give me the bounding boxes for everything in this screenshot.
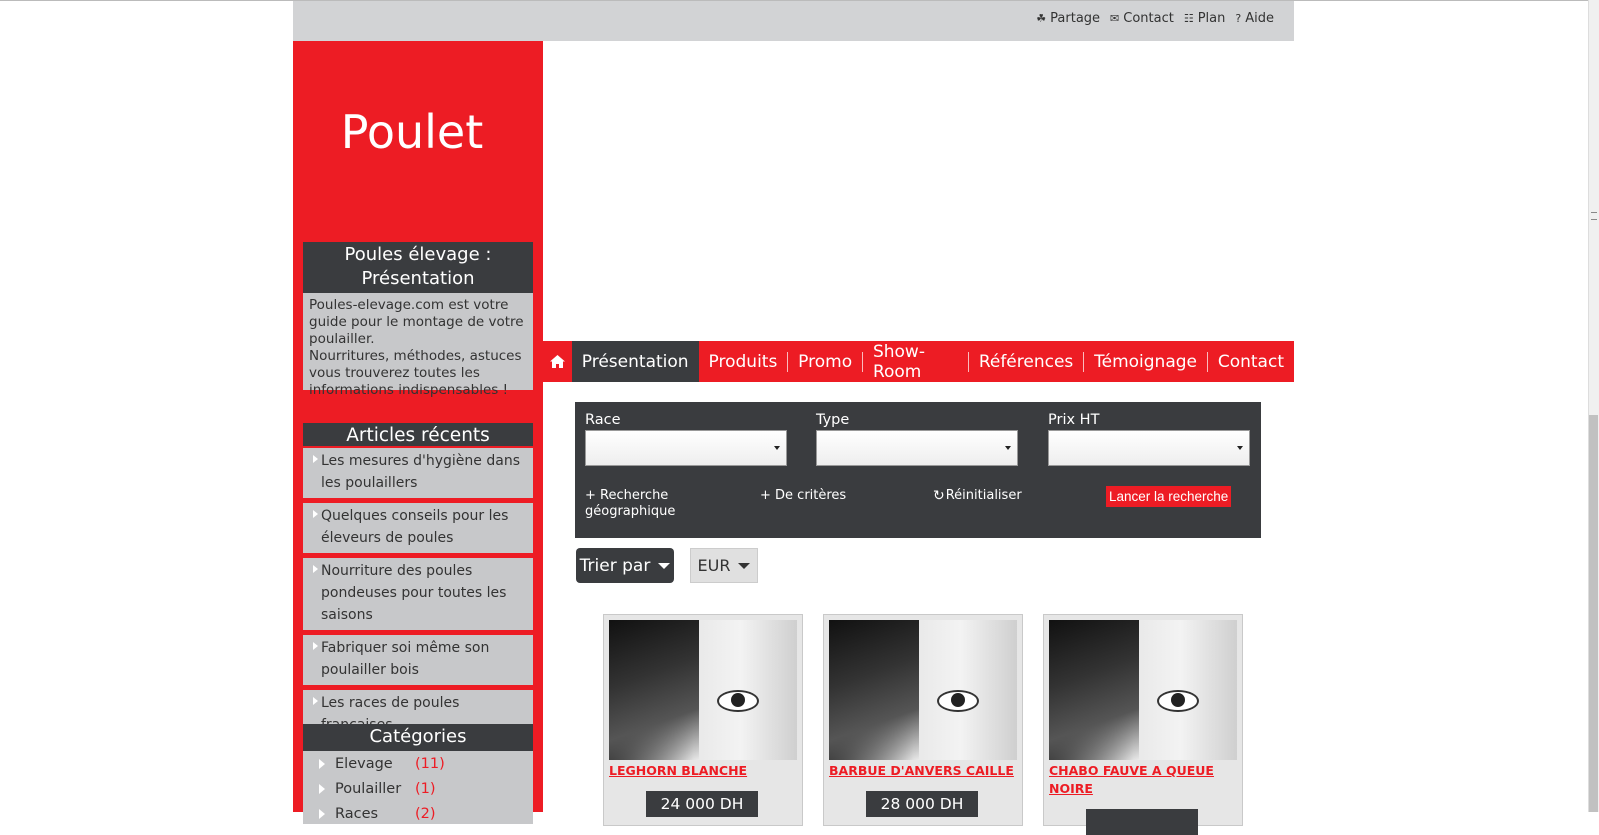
price-label: Prix HT (1048, 412, 1100, 428)
nav-item-show-room[interactable]: Show-Room (863, 341, 968, 382)
contact-link[interactable]: ✉ Contact (1110, 11, 1174, 26)
nav-item-references[interactable]: Références (969, 341, 1083, 382)
sort-label: Trier par (579, 555, 651, 576)
price-select[interactable] (1048, 430, 1250, 466)
category-item[interactable]: Poulailler (1) (303, 776, 533, 801)
reset-link[interactable]: ↻ Réinitialiser (933, 488, 1022, 504)
geo-search-link[interactable]: + Recherche géographique (585, 488, 705, 520)
product-photo[interactable] (829, 620, 1017, 760)
race-field: Race (585, 412, 787, 466)
plan-link[interactable]: ☷ Plan (1184, 11, 1226, 26)
category-count: (11) (415, 755, 445, 772)
article-title: Nourriture des poules pondeuses pour tou… (321, 563, 507, 623)
category-count: (1) (415, 780, 436, 797)
article-item[interactable]: Quelques conseils pour les éleveurs de p… (303, 503, 533, 556)
article-item[interactable]: Les mesures d'hygiène dans les poulaille… (303, 448, 533, 501)
question-icon: ? (1235, 12, 1242, 25)
caret-right-icon (313, 697, 318, 705)
nav-item-contact[interactable]: Contact (1208, 341, 1294, 382)
articles-box: Articles récents Les mesures d'hygiène d… (303, 423, 533, 733)
category-item[interactable]: Elevage (11) (303, 751, 533, 776)
product-photo[interactable] (1049, 620, 1237, 760)
product-card[interactable]: BARBUE D'ANVERS CAILLE 28 000 DH (823, 614, 1023, 826)
scrollbar-grip-icon (1591, 212, 1597, 220)
product-card[interactable]: LEGHORN BLANCHE 24 000 DH (603, 614, 803, 826)
main-nav: Présentation Produits Promo Show-Room Ré… (543, 341, 1294, 382)
product-price: 28 000 DH (866, 791, 978, 817)
search-submit-button[interactable]: Lancer la recherche (1106, 486, 1232, 507)
race-label: Race (585, 412, 621, 428)
refresh-icon: ↻ (933, 488, 945, 504)
plan-label: Plan (1197, 11, 1226, 26)
article-item[interactable]: Fabriquer soi même son poulailler bois (303, 635, 533, 688)
envelope-icon: ✉ (1110, 12, 1120, 25)
top-links: ☘ Partage ✉ Contact ☷ Plan ? Aide (1036, 11, 1274, 26)
type-label: Type (816, 412, 850, 428)
share-icon: ☘ (1036, 12, 1047, 25)
top-bar: ☘ Partage ✉ Contact ☷ Plan ? Aide (293, 1, 1294, 41)
article-title: Les mesures d'hygiène dans les poulaille… (321, 453, 520, 491)
nav-item-presentation[interactable]: Présentation (571, 341, 699, 382)
presentation-title: Poules élevage : Présentation (303, 242, 533, 293)
chevron-down-icon (774, 446, 780, 450)
sort-dropdown[interactable]: Trier par (576, 548, 674, 583)
product-price (1086, 809, 1198, 835)
presentation-box: Poules élevage : Présentation Poules-ele… (303, 242, 533, 398)
sitemap-icon: ☷ (1183, 12, 1194, 25)
categories-title: Catégories (303, 724, 533, 751)
category-count: (2) (415, 805, 436, 822)
presentation-text-2: Nourritures, méthodes, astuces vous trou… (309, 348, 522, 398)
home-icon (549, 355, 565, 368)
share-label: Partage (1050, 11, 1101, 26)
articles-title: Articles récents (303, 423, 533, 446)
more-criteria-link[interactable]: + De critères (760, 488, 846, 504)
category-name: Elevage (335, 755, 393, 772)
caret-right-icon (313, 642, 318, 650)
reset-label: Réinitialiser (945, 488, 1022, 503)
presentation-body: Poules-elevage.com est votre guide pour … (303, 293, 533, 398)
article-title: Fabriquer soi même son poulailler bois (321, 640, 490, 678)
help-label: Aide (1245, 11, 1274, 26)
contact-label: Contact (1123, 11, 1174, 26)
home-link[interactable] (543, 341, 572, 382)
search-panel: Race Type Prix HT + Recherche géographiq… (575, 402, 1261, 538)
product-card[interactable]: CHABO FAUVE A QUEUE NOIRE (1043, 614, 1243, 835)
presentation-text-1: Poules-elevage.com est votre guide pour … (309, 297, 524, 347)
category-name: Poulailler (335, 780, 402, 797)
share-link[interactable]: ☘ Partage (1036, 11, 1100, 26)
chevron-down-icon (1237, 446, 1243, 450)
article-title: Quelques conseils pour les éleveurs de p… (321, 508, 509, 546)
categories-box: Catégories Elevage (11) Poulailler (1) Rac… (303, 724, 533, 824)
chevron-down-icon (658, 562, 671, 569)
nav-item-produits[interactable]: Produits (699, 341, 788, 382)
type-field: Type (816, 412, 1018, 466)
caret-right-icon (319, 808, 325, 819)
site-logo[interactable]: Poulet (293, 105, 531, 159)
currency-dropdown[interactable]: EUR (690, 548, 758, 583)
category-item[interactable]: Races (2) (303, 801, 533, 826)
nav-item-temoignage[interactable]: Témoignage (1084, 341, 1207, 382)
help-link[interactable]: ? Aide (1235, 11, 1274, 26)
scrollbar-thumb[interactable] (1589, 415, 1598, 812)
price-field: Prix HT (1048, 412, 1250, 466)
currency-label: EUR (697, 556, 731, 575)
nav-item-promo[interactable]: Promo (788, 341, 862, 382)
sidebar: Poulet Poules élevage : Présentation Pou… (293, 41, 543, 824)
race-select[interactable] (585, 430, 787, 466)
chevron-down-icon (1005, 446, 1011, 450)
product-photo[interactable] (609, 620, 797, 760)
product-title[interactable]: CHABO FAUVE A QUEUE NOIRE (1049, 762, 1237, 798)
product-title[interactable]: LEGHORN BLANCHE (609, 762, 797, 780)
caret-right-icon (319, 758, 325, 769)
article-item[interactable]: Nourriture des poules pondeuses pour tou… (303, 558, 533, 633)
chevron-down-icon (738, 562, 751, 569)
caret-right-icon (313, 455, 318, 463)
product-title[interactable]: BARBUE D'ANVERS CAILLE (829, 762, 1017, 780)
caret-right-icon (313, 510, 318, 518)
product-price: 24 000 DH (646, 791, 758, 817)
type-select[interactable] (816, 430, 1018, 466)
category-name: Races (335, 805, 379, 822)
caret-right-icon (313, 565, 318, 573)
caret-right-icon (319, 783, 325, 794)
